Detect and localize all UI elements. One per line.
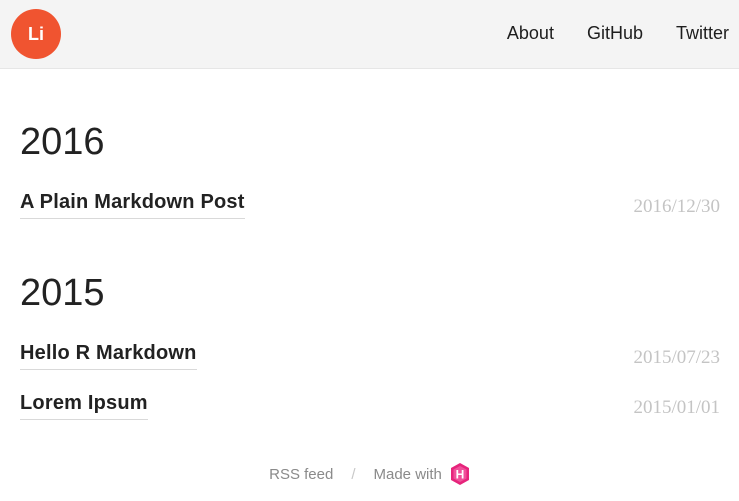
nav-twitter[interactable]: Twitter [676,22,729,44]
main-nav: About GitHub Twitter [474,22,729,44]
post-title-link[interactable]: A Plain Markdown Post [20,190,245,219]
post-item: A Plain Markdown Post 2016/12/30 [20,190,720,222]
post-date: 2015/01/01 [633,397,720,418]
site-footer: RSS feed / Made with H [0,462,739,486]
made-with-label: Made with [373,465,442,483]
nav-github[interactable]: GitHub [587,22,643,44]
year-heading: 2016 [20,121,105,163]
site-header: Li About GitHub Twitter [0,0,739,69]
post-title-link[interactable]: Lorem Ipsum [20,391,148,420]
rss-feed-link[interactable]: RSS feed [269,466,333,483]
hugo-logo-letter: H [456,468,465,482]
hugo-logo-icon[interactable]: H [450,462,470,486]
site-logo[interactable]: Li [11,9,61,59]
post-item: Hello R Markdown 2015/07/23 [20,341,720,373]
logo-text: Li [28,23,44,44]
post-title-link[interactable]: Hello R Markdown [20,341,197,370]
year-heading: 2015 [20,272,105,314]
post-date: 2016/12/30 [633,196,720,217]
nav-about[interactable]: About [507,22,554,44]
footer-separator: / [351,465,356,483]
post-item: Lorem Ipsum 2015/01/01 [20,391,720,423]
post-date: 2015/07/23 [633,347,720,368]
